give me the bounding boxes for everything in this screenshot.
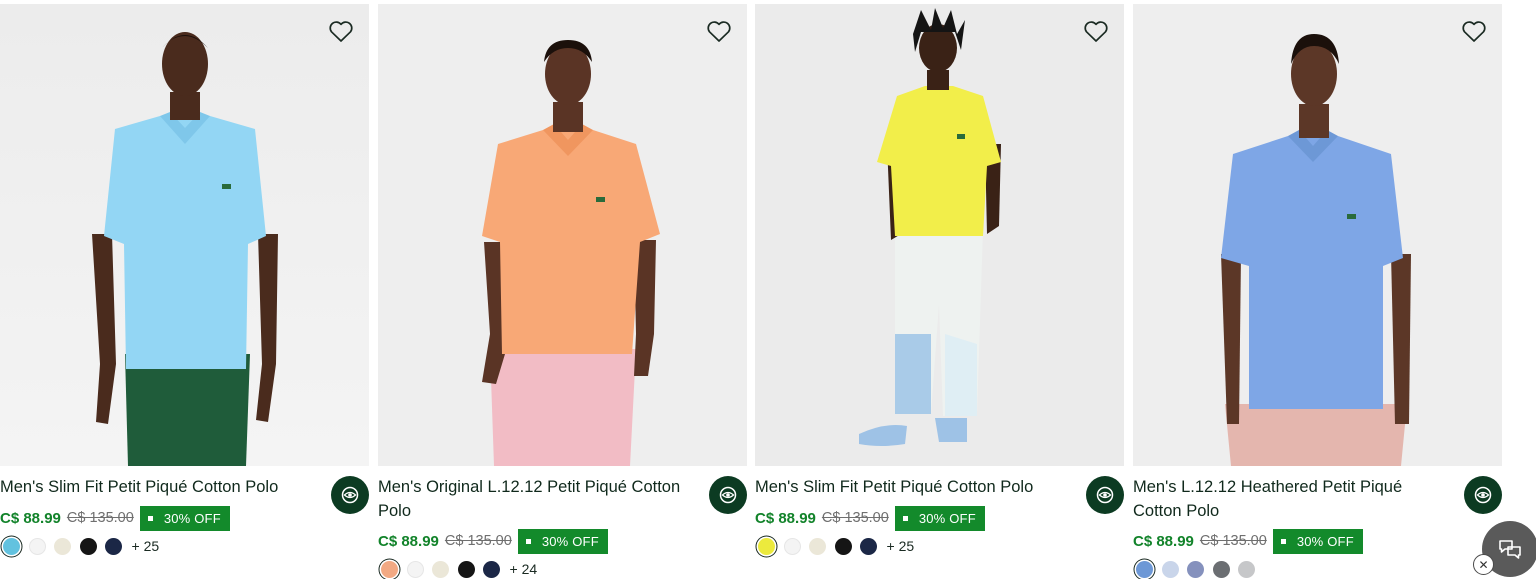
color-swatch[interactable] xyxy=(457,560,475,578)
color-swatch[interactable] xyxy=(783,537,801,555)
color-swatch[interactable] xyxy=(1212,560,1230,578)
more-colors-link[interactable]: + 25 xyxy=(132,538,160,554)
price-row: C$ 88.99 C$ 135.00 30% OFF xyxy=(755,505,985,531)
heart-outline-icon xyxy=(329,21,353,42)
color-swatch[interactable] xyxy=(406,560,424,578)
eye-icon xyxy=(719,486,737,504)
color-swatch[interactable] xyxy=(28,537,46,555)
eye-icon xyxy=(1474,486,1492,504)
product-title[interactable]: Men's Original L.12.12 Petit Piqué Cotto… xyxy=(378,475,688,523)
color-swatch[interactable] xyxy=(3,537,20,555)
close-icon: ✕ xyxy=(1478,557,1489,572)
price-row: C$ 88.99 C$ 135.00 30% OFF xyxy=(1133,528,1363,554)
product-image[interactable] xyxy=(1133,4,1502,466)
color-swatch[interactable] xyxy=(1136,560,1153,578)
color-swatch[interactable] xyxy=(860,537,877,555)
discount-badge: 30% OFF xyxy=(1272,528,1363,554)
color-swatch[interactable] xyxy=(809,537,826,555)
eye-icon xyxy=(341,486,359,504)
heart-outline-icon xyxy=(707,21,731,42)
wishlist-button[interactable] xyxy=(705,18,733,46)
original-price: C$ 135.00 xyxy=(821,510,889,526)
discount-text: 30% OFF xyxy=(163,510,221,526)
product-grid: Men's Slim Fit Petit Piqué Cotton Polo C… xyxy=(0,4,1502,579)
chat-bubbles-icon xyxy=(1499,540,1521,559)
wishlist-button[interactable] xyxy=(1460,18,1488,46)
discount-badge: 30% OFF xyxy=(139,505,230,531)
price-row: C$ 88.99 C$ 135.00 30% OFF xyxy=(0,505,230,531)
product-image[interactable] xyxy=(378,4,747,466)
product-card[interactable]: Men's L.12.12 Heathered Petit Piqué Cott… xyxy=(1133,4,1502,579)
product-image[interactable] xyxy=(755,4,1124,466)
product-card[interactable]: Men's Original L.12.12 Petit Piqué Cotto… xyxy=(378,4,747,579)
chat-close-button[interactable]: ✕ xyxy=(1473,554,1494,575)
color-swatch[interactable] xyxy=(79,537,97,555)
wishlist-button[interactable] xyxy=(327,18,355,46)
color-swatches: + 25 xyxy=(758,535,914,557)
sale-price: C$ 88.99 xyxy=(1133,532,1194,550)
quick-view-button[interactable] xyxy=(1086,476,1124,514)
discount-badge: 30% OFF xyxy=(894,505,985,531)
color-swatch[interactable] xyxy=(1161,560,1179,578)
original-price: C$ 135.00 xyxy=(1199,533,1267,549)
more-colors-link[interactable]: + 25 xyxy=(887,538,915,554)
discount-text: 30% OFF xyxy=(918,510,976,526)
eye-icon xyxy=(1096,486,1114,504)
original-price: C$ 135.00 xyxy=(444,533,512,549)
color-swatches: + 25 xyxy=(3,535,159,557)
color-swatch[interactable] xyxy=(105,537,122,555)
product-title[interactable]: Men's Slim Fit Petit Piqué Cotton Polo xyxy=(0,475,310,499)
quick-view-button[interactable] xyxy=(331,476,369,514)
heart-outline-icon xyxy=(1462,21,1486,42)
sale-price: C$ 88.99 xyxy=(755,509,816,527)
color-swatch[interactable] xyxy=(758,537,775,555)
color-swatch[interactable] xyxy=(1187,560,1204,578)
original-price: C$ 135.00 xyxy=(66,510,134,526)
color-swatch[interactable] xyxy=(381,560,398,578)
wishlist-button[interactable] xyxy=(1082,18,1110,46)
heart-outline-icon xyxy=(1084,21,1108,42)
color-swatches: + 24 xyxy=(381,558,537,579)
sale-price: C$ 88.99 xyxy=(0,509,61,527)
color-swatches xyxy=(1136,558,1265,579)
more-colors-link[interactable]: + 24 xyxy=(510,561,538,577)
discount-text: 30% OFF xyxy=(541,533,599,549)
product-image[interactable] xyxy=(0,4,369,466)
color-swatch[interactable] xyxy=(54,537,71,555)
discount-badge: 30% OFF xyxy=(517,528,608,554)
quick-view-button[interactable] xyxy=(709,476,747,514)
price-row: C$ 88.99 C$ 135.00 30% OFF xyxy=(378,528,608,554)
product-card[interactable]: Men's Slim Fit Petit Piqué Cotton Polo C… xyxy=(755,4,1124,579)
sale-price: C$ 88.99 xyxy=(378,532,439,550)
product-card[interactable]: Men's Slim Fit Petit Piqué Cotton Polo C… xyxy=(0,4,369,579)
quick-view-button[interactable] xyxy=(1464,476,1502,514)
color-swatch[interactable] xyxy=(1238,560,1255,578)
discount-text: 30% OFF xyxy=(1296,533,1354,549)
color-swatch[interactable] xyxy=(483,560,500,578)
product-title[interactable]: Men's Slim Fit Petit Piqué Cotton Polo xyxy=(755,475,1065,499)
color-swatch[interactable] xyxy=(432,560,449,578)
color-swatch[interactable] xyxy=(834,537,852,555)
product-title[interactable]: Men's L.12.12 Heathered Petit Piqué Cott… xyxy=(1133,475,1443,523)
